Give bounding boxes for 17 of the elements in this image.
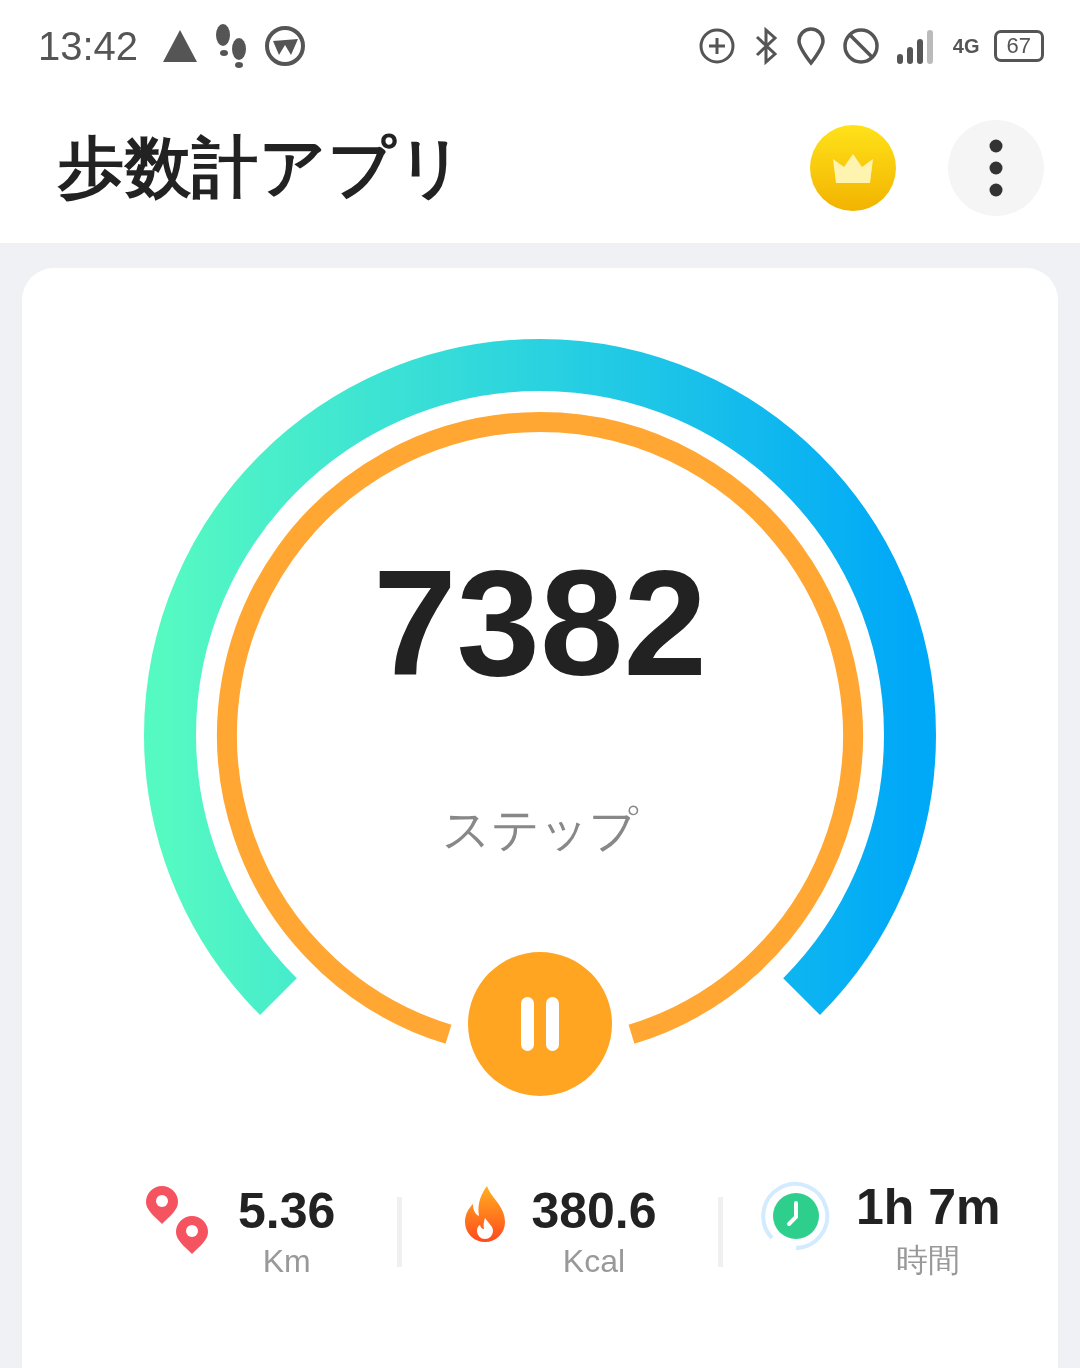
stat-unit: Km (262, 1242, 311, 1280)
location-icon (794, 26, 827, 67)
network-type: 4G (952, 34, 980, 58)
stat-value: 380.6 (531, 1183, 657, 1239)
pause-icon (519, 997, 561, 1051)
do-not-disturb-icon (840, 26, 881, 67)
stat-unit: 時間 (896, 1241, 961, 1280)
step-label: ステップ (441, 802, 640, 858)
stat-value: 1h 7m (856, 1180, 1001, 1235)
stat-unit: Kcal (562, 1242, 626, 1280)
stat-value: 5.36 (238, 1183, 336, 1239)
battery-indicator: 67 (993, 30, 1044, 63)
menu-icon (989, 138, 1003, 197)
app-logo-icon (264, 25, 307, 68)
step-count: 7382 (372, 548, 708, 698)
status-time: 13:42 (38, 23, 139, 69)
app-title: 歩数計アプリ (58, 128, 466, 206)
